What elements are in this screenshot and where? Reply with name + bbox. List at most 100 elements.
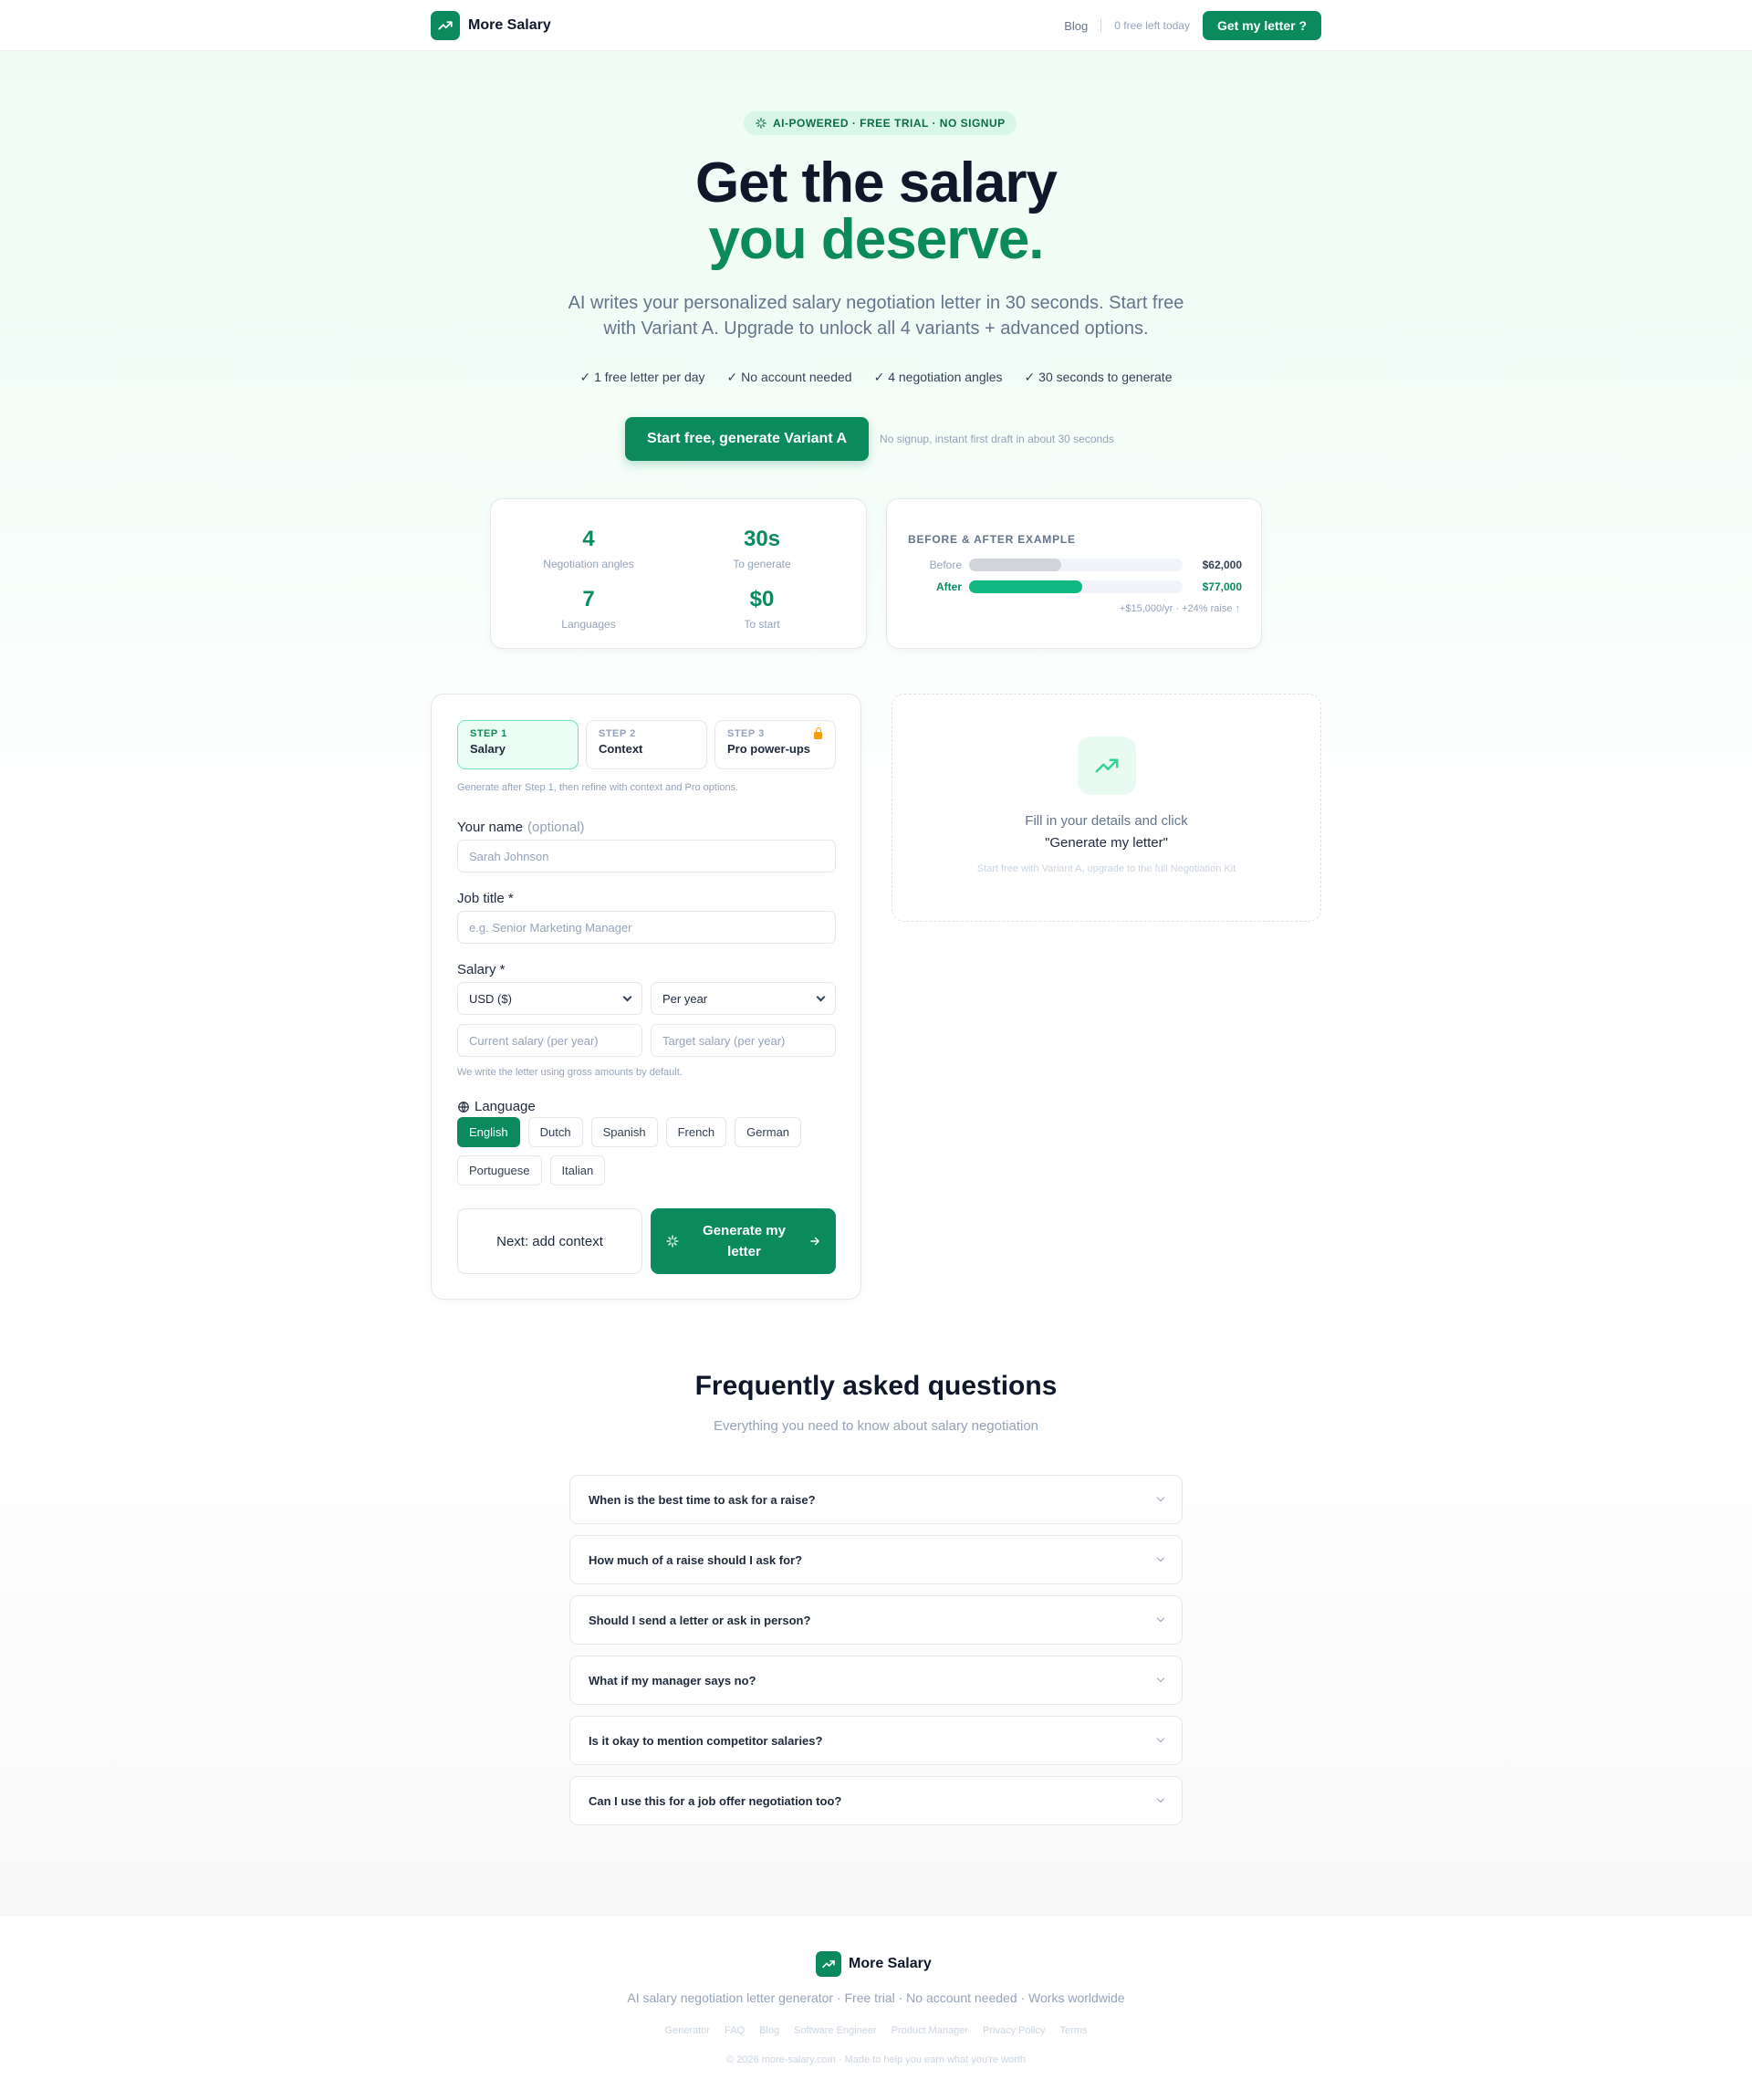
job-title-input[interactable]: e.g. Senior Marketing Manager (457, 911, 836, 944)
result-instruction-button: "Generate my letter" (1045, 835, 1168, 851)
currency-value: USD ($) (469, 991, 512, 1006)
period-value: Per year (662, 991, 708, 1006)
step-title: Pro power-ups (727, 742, 811, 756)
step-title: Context (599, 742, 643, 756)
language-chip-french[interactable]: French (665, 1117, 727, 1147)
name-label: Your name (optional) (457, 820, 585, 835)
footer-link-software-engineer[interactable]: Software Engineer (794, 2025, 877, 2036)
nav-right: Blog 0 free left today Get my letter ? (1064, 11, 1321, 40)
step-number: STEP 3 (727, 728, 765, 739)
result-placeholder: Fill in your details and click "Generate… (892, 694, 1321, 922)
result-upgrade-note: Start free with Variant A, upgrade to th… (976, 863, 1236, 874)
step-title: Salary (470, 742, 506, 756)
language-chip-dutch[interactable]: Dutch (527, 1117, 583, 1147)
step-number: STEP 2 (599, 728, 636, 739)
generate-letter-button[interactable]: Generate my letter (651, 1208, 836, 1274)
faq-item[interactable]: What if my manager says no? (569, 1656, 1183, 1705)
footer-link-generator[interactable]: Generator (665, 2025, 711, 2036)
faq-item[interactable]: When is the best time to ask for a raise… (569, 1475, 1183, 1524)
cta-note: No signup, instant first draft in about … (880, 433, 1114, 445)
before-after-card: BEFORE & AFTER EXAMPLE Before $62,000 Af… (886, 498, 1262, 649)
period-select[interactable]: Per year (651, 982, 836, 1015)
trending-up-icon (816, 1951, 841, 1977)
chevron-down-icon (1156, 1493, 1165, 1502)
generate-button-label: Generate my letter (703, 1223, 786, 1259)
next-context-button[interactable]: Next: add context (457, 1208, 642, 1274)
stat-value: 30s (743, 527, 781, 551)
faq-question: When is the best time to ask for a raise… (589, 1492, 816, 1507)
chevron-down-icon (1156, 1553, 1165, 1562)
globe-icon (458, 1101, 469, 1113)
raise-note: +$15,000/yr · +24% raise ↑ (1119, 603, 1240, 614)
after-label: After (935, 580, 962, 593)
stat-label: Negotiation angles (543, 558, 634, 570)
language-chip-italian[interactable]: Italian (549, 1155, 606, 1186)
stat-label: To start (744, 618, 780, 631)
stat-languages: 7 Languages (506, 587, 671, 631)
get-letter-button[interactable]: Get my letter ? (1202, 11, 1321, 40)
start-free-button[interactable]: Start free, generate Variant A (625, 417, 870, 461)
footer-link-privacy[interactable]: Privacy Policy (983, 2025, 1045, 2036)
language-chip-english[interactable]: English (457, 1117, 520, 1147)
brand-name: More Salary (468, 17, 551, 33)
step-number: STEP 1 (470, 728, 507, 739)
footer-brand[interactable]: More Salary (816, 1951, 932, 1977)
faq-item[interactable]: Should I send a letter or ask in person? (569, 1595, 1183, 1645)
stat-label: Languages (561, 618, 616, 631)
footer-link-blog[interactable]: Blog (759, 2025, 779, 2036)
stat-price: $0 To start (680, 587, 844, 631)
language-label-text: Language (474, 1099, 536, 1114)
current-salary-input[interactable]: Current salary (per year) (457, 1024, 642, 1057)
faq-title: Frequently asked questions (694, 1371, 1058, 1401)
gross-note: We write the letter using gross amounts … (457, 1067, 683, 1078)
name-input[interactable]: Sarah Johnson (457, 840, 836, 872)
after-bar-row: After $77,000 (908, 580, 1242, 594)
salary-label: Salary * (457, 962, 506, 977)
name-label-text: Your name (457, 820, 523, 835)
nav-blog-link[interactable]: Blog (1064, 19, 1088, 33)
sparkle-icon (666, 1235, 679, 1248)
hero-badge: AI-POWERED · FREE TRIAL · NO SIGNUP (744, 111, 1017, 135)
faq-question: What if my manager says no? (589, 1673, 756, 1687)
brand-logo[interactable]: More Salary (431, 11, 551, 40)
language-chip-spanish[interactable]: Spanish (590, 1117, 658, 1147)
language-chip-portuguese[interactable]: Portuguese (457, 1155, 542, 1186)
before-value: $62,000 (1202, 559, 1242, 571)
hero-title: Get the salary you deserve. (0, 155, 1752, 268)
footer-tagline: AI salary negotiation letter generator ·… (627, 1990, 1125, 2005)
faq-question: Should I send a letter or ask in person? (589, 1613, 811, 1627)
check-item: ✓ 1 free letter per day (579, 370, 705, 384)
tab-step-context[interactable]: STEP 2 Context (586, 720, 707, 769)
faq-question: Can I use this for a job offer negotiati… (589, 1793, 842, 1808)
chevron-down-icon (1156, 1614, 1165, 1623)
before-bar-fill (969, 559, 1061, 571)
faq-item[interactable]: Is it okay to mention competitor salarie… (569, 1716, 1183, 1765)
footer-brand-name: More Salary (849, 1956, 932, 1971)
stat-angles: 4 Negotiation angles (506, 527, 671, 570)
step-tabs: STEP 1 Salary STEP 2 Context STEP 3 Pro … (457, 720, 836, 769)
before-bar-row: Before $62,000 (908, 558, 1242, 572)
language-chip-german[interactable]: German (735, 1117, 802, 1147)
trending-up-icon (431, 11, 460, 40)
language-chips: English Dutch Spanish French German Port… (457, 1117, 840, 1186)
stats-card: 4 Negotiation angles 30s To generate 7 L… (490, 498, 867, 649)
sparkle-icon (756, 118, 766, 129)
before-label: Before (929, 559, 962, 571)
hero-title-line2: you deserve. (708, 208, 1044, 271)
before-bar-track (969, 559, 1183, 571)
footer-link-product-manager[interactable]: Product Manager (892, 2025, 968, 2036)
faq-item[interactable]: How much of a raise should I ask for? (569, 1535, 1183, 1584)
footer-link-terms[interactable]: Terms (1059, 2025, 1087, 2036)
example-title: BEFORE & AFTER EXAMPLE (908, 533, 1076, 546)
target-salary-input[interactable]: Target salary (per year) (651, 1024, 836, 1057)
after-bar-fill (969, 580, 1083, 593)
footer-link-faq[interactable]: FAQ (725, 2025, 745, 2036)
stat-value: 7 (582, 587, 595, 611)
faq-item[interactable]: Can I use this for a job offer negotiati… (569, 1776, 1183, 1825)
currency-select[interactable]: USD ($) (457, 982, 642, 1015)
check-item: ✓ No account needed (726, 370, 852, 384)
tab-step-pro[interactable]: STEP 3 Pro power-ups (714, 720, 836, 769)
tab-step-salary[interactable]: STEP 1 Salary (457, 720, 579, 769)
hero-title-line1: Get the salary (694, 151, 1058, 214)
arrow-right-icon (810, 1237, 819, 1246)
